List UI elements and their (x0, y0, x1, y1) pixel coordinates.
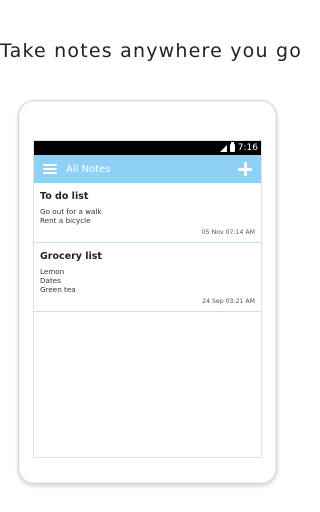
note-line: Dates (40, 276, 61, 285)
status-bar: 7:16 (34, 141, 261, 155)
note-title: To do list (40, 191, 89, 202)
note-date: 24 Sep 03:21 AM (202, 298, 255, 305)
status-time: 7:16 (237, 143, 258, 153)
note-line: Lemon (40, 267, 65, 276)
note-item[interactable]: To do list Go out for a walk Rent a bicy… (34, 183, 261, 243)
note-title: Grocery list (40, 251, 102, 262)
app-bar-title: All Notes (66, 163, 111, 175)
add-note-button[interactable] (237, 161, 253, 177)
app-bar: All Notes (34, 155, 261, 183)
note-line: Go out for a walk (40, 207, 102, 216)
menu-icon[interactable] (43, 164, 57, 174)
signal-icon (219, 144, 227, 152)
tablet-frame: 7:16 All Notes To do list Go out for a w… (18, 100, 277, 484)
note-date: 05 Nov 07:14 AM (201, 229, 255, 236)
note-item[interactable]: Grocery list Lemon Dates Green tea 24 Se… (34, 243, 261, 312)
note-line: Rent a bicycle (40, 216, 91, 225)
battery-icon (229, 142, 235, 152)
app-screen: 7:16 All Notes To do list Go out for a w… (33, 140, 262, 458)
note-line: Green tea (40, 285, 76, 294)
promo-headline: Take notes anywhere you go (0, 40, 303, 62)
